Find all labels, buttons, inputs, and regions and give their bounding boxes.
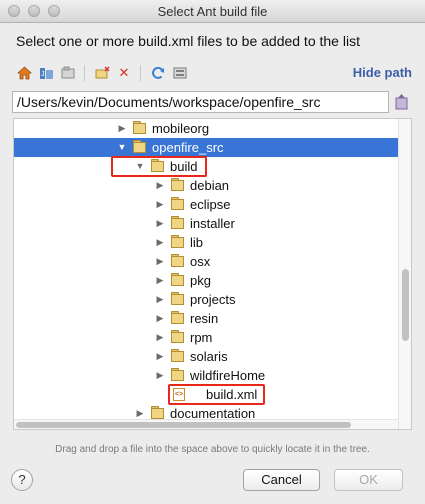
vertical-scrollbar[interactable] — [398, 119, 411, 429]
title-bar: Select Ant build file — [0, 0, 425, 23]
show-hidden-icon[interactable] — [172, 65, 188, 81]
project-icon[interactable]: J — [38, 65, 54, 81]
tree-folder-row[interactable]: ▶ projects — [14, 290, 398, 309]
folder-icon — [171, 235, 184, 248]
tree-item-label: pkg — [190, 273, 211, 288]
new-folder-icon[interactable] — [94, 65, 110, 81]
folder-icon — [171, 254, 184, 267]
folder-icon — [171, 368, 184, 381]
folder-icon — [171, 311, 184, 324]
expand-arrow-icon[interactable]: ▶ — [155, 347, 165, 366]
expand-arrow-icon[interactable]: ▶ — [155, 366, 165, 385]
tree-item-label: osx — [190, 254, 211, 269]
path-history-icon[interactable] — [395, 94, 408, 110]
tree-item-label: wildfireHome — [190, 368, 266, 383]
path-row — [12, 91, 412, 115]
toolbar: J ✕ Hide path — [12, 62, 412, 84]
hide-path-link[interactable]: Hide path — [353, 65, 412, 80]
vertical-scroll-thumb[interactable] — [402, 269, 409, 341]
expand-arrow-icon[interactable]: ▶ — [155, 271, 165, 290]
tree-item-label: openfire_src — [152, 140, 224, 155]
drag-drop-hint: Drag and drop a file into the space abov… — [55, 444, 370, 455]
refresh-icon[interactable] — [150, 65, 166, 81]
file-tree[interactable]: ▶out▶documentation<>build.xml▶wildfireHo… — [13, 118, 412, 430]
highlight-box — [111, 156, 207, 177]
dialog-subtitle: Select one or more build.xml files to be… — [16, 33, 360, 49]
tree-item-label: projects — [190, 292, 236, 307]
tree-item-label: eclipse — [190, 197, 231, 212]
folder-icon — [133, 121, 146, 134]
module-icon[interactable] — [60, 65, 76, 81]
window-title: Select Ant build file — [157, 4, 268, 19]
tree-folder-row[interactable]: ▶ installer — [14, 214, 398, 233]
folder-icon — [171, 178, 184, 191]
tree-folder-row[interactable]: ▶ mobileorg — [14, 119, 398, 138]
help-button[interactable]: ? — [11, 469, 33, 491]
expand-arrow-icon[interactable]: ▶ — [155, 176, 165, 195]
expand-arrow-icon[interactable]: ▶ — [155, 290, 165, 309]
tree-item-label: resin — [190, 311, 219, 326]
tree-folder-row[interactable]: ▶ solaris — [14, 347, 398, 366]
folder-icon — [151, 406, 164, 419]
tree-folder-row[interactable]: ▶ wildfireHome — [14, 366, 398, 385]
collapse-arrow-icon[interactable]: ▼ — [117, 138, 127, 157]
cancel-button[interactable]: Cancel — [243, 469, 320, 491]
delete-icon[interactable]: ✕ — [116, 65, 132, 81]
folder-icon — [133, 140, 146, 153]
folder-icon — [171, 349, 184, 362]
folder-icon — [171, 197, 184, 210]
tree-folder-row[interactable]: ▶ rpm — [14, 328, 398, 347]
folder-icon — [171, 273, 184, 286]
tree-folder-row[interactable]: ▶ eclipse — [14, 195, 398, 214]
tree-folder-row[interactable]: ▶ lib — [14, 233, 398, 252]
expand-arrow-icon[interactable]: ▶ — [155, 252, 165, 271]
folder-icon — [171, 216, 184, 229]
tree-item-label: lib — [190, 235, 204, 250]
tree-folder-row[interactable]: ▶ debian — [14, 176, 398, 195]
horizontal-scroll-thumb[interactable] — [16, 422, 351, 428]
home-icon[interactable] — [16, 65, 32, 81]
ok-button[interactable]: OK — [334, 469, 403, 491]
horizontal-scrollbar[interactable] — [14, 419, 398, 429]
folder-icon — [171, 330, 184, 343]
folder-icon — [171, 292, 184, 305]
svg-text:J: J — [41, 71, 45, 78]
expand-arrow-icon[interactable]: ▶ — [155, 214, 165, 233]
tree-item-label: installer — [190, 216, 235, 231]
tree-item-label: mobileorg — [152, 121, 210, 136]
expand-arrow-icon[interactable]: ▶ — [155, 195, 165, 214]
tree-folder-row[interactable]: ▼ openfire_src — [14, 138, 398, 157]
expand-arrow-icon[interactable]: ▶ — [155, 233, 165, 252]
toolbar-separator — [140, 65, 141, 81]
tree-item-label: solaris — [190, 349, 228, 364]
expand-arrow-icon[interactable]: ▶ — [155, 309, 165, 328]
toolbar-separator — [84, 65, 85, 81]
tree-folder-row[interactable]: ▶ pkg — [14, 271, 398, 290]
highlight-box — [168, 384, 265, 405]
path-input[interactable] — [12, 91, 389, 113]
tree-item-label: debian — [190, 178, 230, 193]
expand-arrow-icon[interactable]: ▶ — [117, 119, 127, 138]
tree-folder-row[interactable]: ▶ resin — [14, 309, 398, 328]
tree-folder-row[interactable]: ▶ osx — [14, 252, 398, 271]
expand-arrow-icon[interactable]: ▶ — [155, 328, 165, 347]
tree-item-label: rpm — [190, 330, 213, 345]
